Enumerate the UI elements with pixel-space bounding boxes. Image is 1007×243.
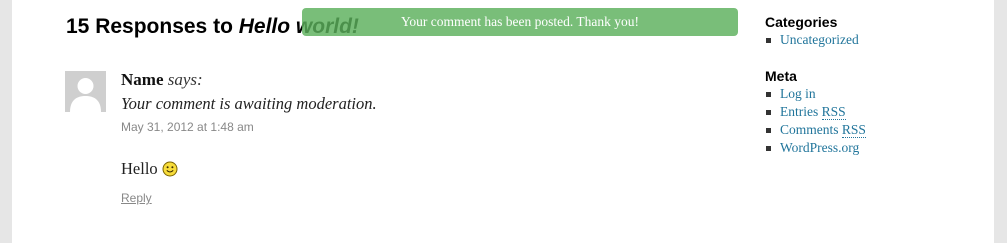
list-item: WordPress.org: [765, 139, 866, 157]
rss-abbr: RSS: [841, 122, 866, 138]
comment-body: Hello: [121, 159, 178, 179]
categories-list: Uncategorized: [765, 31, 859, 49]
list-item: Comments RSS: [765, 121, 866, 139]
comment-date[interactable]: May 31, 2012 at 1:48 am: [121, 120, 254, 134]
entries-rss-link[interactable]: Entries RSS: [780, 104, 846, 120]
wordpress-org-link[interactable]: WordPress.org: [780, 140, 859, 155]
notice-text: Your comment has been posted. Thank you!: [401, 14, 639, 29]
comment-says: says:: [167, 70, 203, 89]
default-avatar-icon: [65, 71, 106, 112]
comments-rss-text: Comments: [780, 122, 842, 137]
comment-posted-notice: Your comment has been posted. Thank you!: [302, 8, 738, 36]
rss-abbr: RSS: [821, 104, 846, 120]
page-content: 15 Responses to Hello world! Your commen…: [12, 0, 994, 243]
comments-rss-link[interactable]: Comments RSS: [780, 122, 866, 138]
comments-count-text: 15 Responses to: [66, 15, 239, 38]
category-link-uncategorized[interactable]: Uncategorized: [780, 32, 859, 47]
avatar: [65, 71, 106, 112]
list-item: Entries RSS: [765, 103, 866, 121]
smiley-icon: [162, 161, 178, 177]
login-link[interactable]: Log in: [780, 86, 816, 101]
reply-link[interactable]: Reply: [121, 191, 152, 205]
categories-heading: Categories: [765, 14, 838, 30]
meta-heading: Meta: [765, 68, 797, 84]
moderation-notice: Your comment is awaiting moderation.: [121, 94, 377, 113]
comment-author-name: Name: [121, 70, 164, 89]
comment-text: Hello: [121, 159, 158, 178]
meta-list: Log in Entries RSS Comments RSS WordPres…: [765, 85, 866, 157]
list-item: Uncategorized: [765, 31, 859, 49]
comment-author: Name says:: [121, 70, 203, 90]
list-item: Log in: [765, 85, 866, 103]
entries-rss-text: Entries: [780, 104, 822, 119]
